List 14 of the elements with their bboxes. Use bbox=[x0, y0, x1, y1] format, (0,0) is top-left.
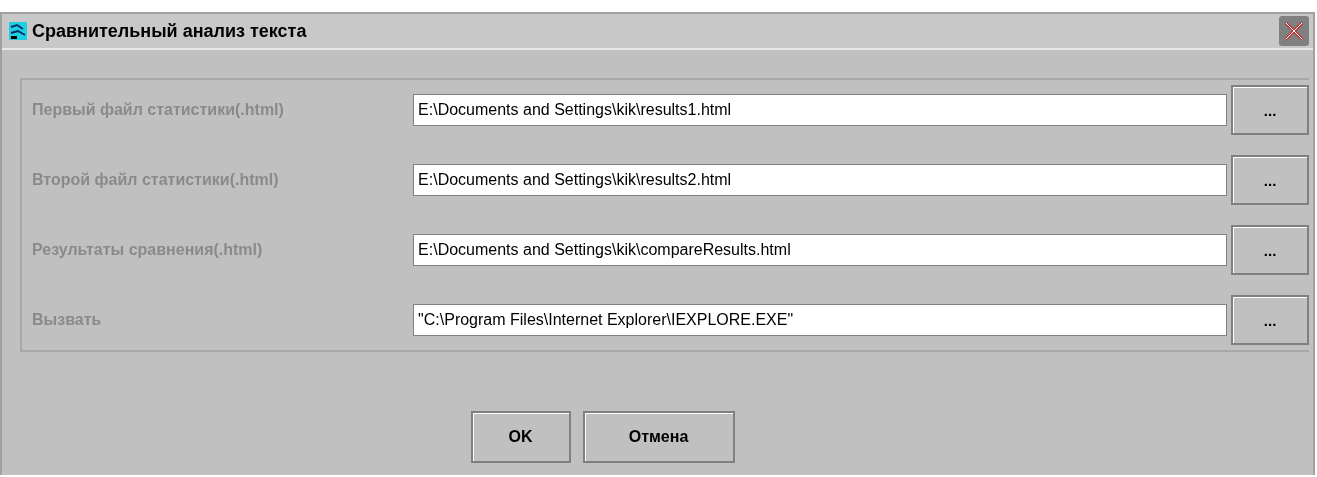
path-field[interactable]: E:\Documents and Settings\kik\results1.html bbox=[413, 94, 1228, 126]
path-field[interactable]: E:\Documents and Settings\kik\compareResults.html bbox=[413, 234, 1228, 266]
close-button[interactable] bbox=[1279, 16, 1309, 46]
path-field[interactable]: E:\Documents and Settings\kik\results2.html bbox=[413, 164, 1228, 196]
path-field[interactable]: "C:\Program Files\Internet Explorer\IEXPLORE.EXE" bbox=[413, 304, 1228, 336]
browse-button[interactable]: ... bbox=[1231, 85, 1309, 135]
browse-button[interactable]: ... bbox=[1231, 295, 1309, 345]
dialog-button[interactable]: Отмена bbox=[582, 411, 735, 463]
window-title: Сравнительный анализ текста bbox=[32, 20, 307, 42]
browse-button[interactable]: ... bbox=[1231, 155, 1309, 205]
browse-button[interactable]: ... bbox=[1231, 225, 1309, 275]
dialog-button[interactable]: OK bbox=[470, 411, 571, 463]
close-icon bbox=[1283, 20, 1305, 42]
app-icon bbox=[8, 21, 28, 41]
